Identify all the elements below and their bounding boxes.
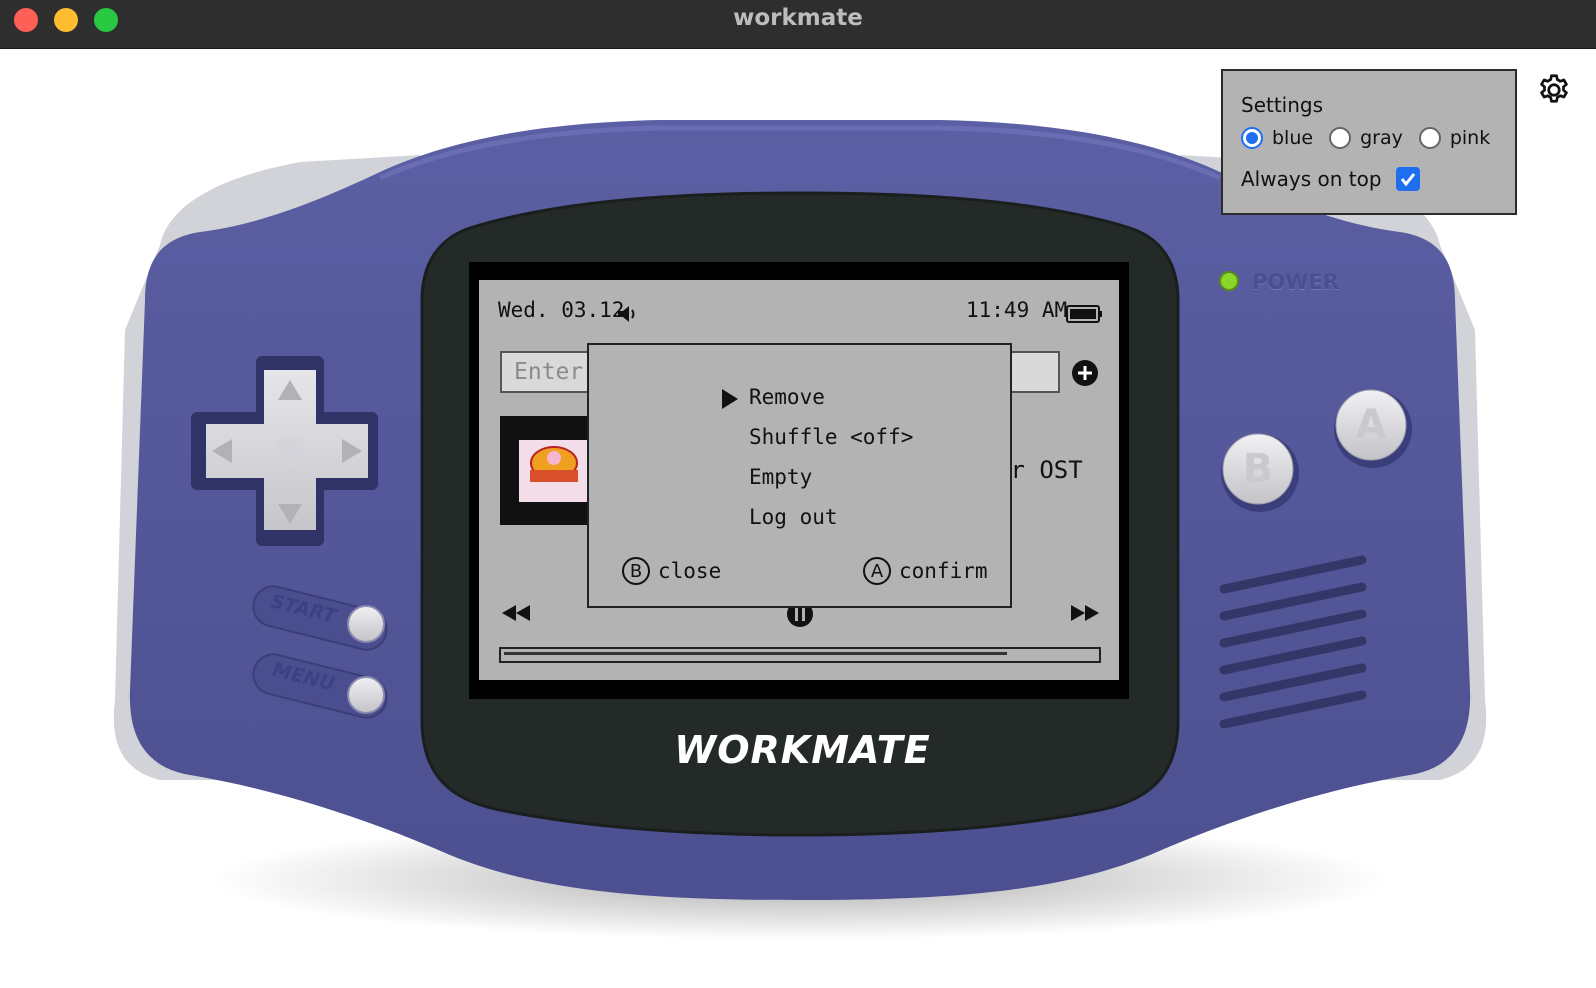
screen-date: Wed. 03.12: [498, 298, 625, 322]
settings-panel: Settings blue gray pink Always on top: [1221, 69, 1517, 215]
confirm-hint[interactable]: A confirm: [863, 557, 988, 585]
close-label: close: [658, 559, 722, 583]
settings-title: Settings: [1241, 93, 1324, 117]
options-menu: Remove Shuffle <off> Empty Log out B clo…: [587, 343, 1012, 608]
add-track-icon[interactable]: [1072, 360, 1098, 386]
radio-pink[interactable]: [1418, 127, 1441, 149]
b-button-icon: B: [622, 557, 650, 585]
a-button-label: A: [1355, 402, 1387, 448]
radio-gray[interactable]: [1329, 127, 1352, 149]
close-hint[interactable]: B close: [622, 557, 721, 585]
always-on-top-checkbox[interactable]: [1395, 167, 1420, 191]
theme-radio-group: blue gray pink: [1241, 127, 1506, 149]
gear-icon[interactable]: [1536, 72, 1572, 108]
b-button-label: B: [1242, 446, 1274, 492]
device-brand-logo: WORKMATE: [674, 728, 931, 772]
theme-label-blue: blue: [1272, 127, 1314, 149]
power-label: POWER: [1252, 270, 1339, 294]
input-placeholder: Enter: [514, 359, 584, 385]
theme-option-blue[interactable]: blue: [1241, 127, 1313, 149]
menu-item-logout[interactable]: Log out: [749, 505, 838, 529]
a-button-icon: A: [863, 557, 891, 585]
checkmark-icon: [1400, 173, 1415, 187]
menu-item-remove[interactable]: Remove: [749, 385, 825, 409]
power-led: [1219, 271, 1239, 291]
radio-blue[interactable]: [1241, 127, 1263, 149]
menu-item-empty[interactable]: Empty: [749, 465, 812, 489]
confirm-label: confirm: [899, 559, 988, 583]
theme-label-pink: pink: [1449, 127, 1491, 149]
theme-option-gray[interactable]: gray: [1329, 127, 1403, 149]
screen-time: 11:49 AM: [966, 298, 1068, 322]
theme-option-pink[interactable]: pink: [1418, 127, 1491, 149]
progress-fill: [504, 652, 1007, 655]
window-titlebar: workmate: [0, 0, 1596, 49]
always-on-top-label: Always on top: [1241, 167, 1382, 191]
menu-cursor-icon: [722, 389, 738, 409]
theme-label-gray: gray: [1360, 127, 1403, 149]
always-on-top-row[interactable]: Always on top: [1241, 167, 1420, 191]
album-art: [519, 440, 589, 502]
menu-item-shuffle[interactable]: Shuffle <off>: [749, 425, 913, 449]
window-title: workmate: [733, 5, 863, 31]
